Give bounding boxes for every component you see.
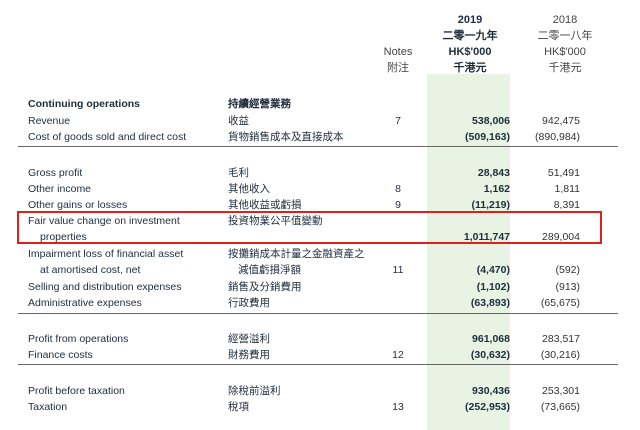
row-value-2018: 283,517 [542, 333, 580, 345]
notes-label-cn: 附注 [387, 62, 409, 74]
row-label-en: at amortised cost, net [40, 264, 141, 276]
section-divider [18, 313, 618, 314]
table-row: Continuing operations 持續經營業務 [0, 96, 640, 112]
header-2018: 2018 二零一八年 HK$'000 千港元 [525, 12, 605, 76]
row-note: 7 [395, 115, 401, 127]
table-row: Gross profit 毛利 28,843 51,491 [0, 165, 640, 181]
table-row: Selling and distribution expenses 銷售及分銷費… [0, 279, 640, 295]
header-2019: 2019 二零一九年 HK$'000 千港元 [430, 12, 510, 76]
header-notes: Notes 附注 [376, 44, 420, 76]
notes-label: Notes [383, 46, 413, 58]
row-note: 13 [392, 401, 404, 413]
row-note: 8 [395, 183, 401, 195]
row-label-en: Profit from operations [28, 333, 129, 345]
table-row: Taxation 稅項 13 (252,953) (73,665) [0, 399, 640, 415]
row-label-en: Profit before taxation [28, 385, 125, 397]
currency-2019: HK$'000 [448, 46, 492, 58]
row-note: 12 [392, 349, 404, 361]
year-2019-cn: 二零一九年 [442, 30, 498, 42]
row-label-en: Cost of goods sold and direct cost [28, 131, 187, 143]
row-value-2018: 253,301 [542, 385, 580, 397]
row-value-2018: (890,984) [535, 131, 580, 143]
row-value-2019: (252,953) [465, 401, 510, 413]
row-label-en: Other income [28, 183, 92, 195]
table-row: Cost of goods sold and direct cost 貨物銷售成… [0, 129, 640, 145]
currency-2019-cn: 千港元 [453, 62, 487, 74]
row-value-2019: 538,006 [472, 115, 510, 127]
row-label-cn: 稅項 [228, 401, 249, 413]
table-row: Other income 其他收入 8 1,162 1,811 [0, 181, 640, 197]
row-label-cn: 減值虧損淨額 [238, 264, 301, 276]
row-label-cn: 行政費用 [228, 297, 270, 309]
row-label-en: Administrative expenses [28, 297, 142, 309]
row-label-en: Impairment loss of financial asset [28, 248, 184, 260]
currency-2018-cn: 千港元 [548, 62, 582, 74]
year-2019: 2019 [457, 14, 483, 26]
row-label-en: Gross profit [28, 167, 83, 179]
table-row: Finance costs 財務費用 12 (30,632) (30,216) [0, 347, 640, 363]
row-label-en: Taxation [28, 401, 68, 413]
row-value-2019: 930,436 [472, 385, 510, 397]
row-label-cn: 毛利 [228, 167, 249, 179]
row-value-2018: (65,675) [540, 297, 580, 309]
section-divider [18, 146, 618, 147]
row-label-cn: 銷售及分銷費用 [228, 281, 302, 293]
year-2018: 2018 [552, 14, 578, 26]
row-value-2019: 28,843 [477, 167, 510, 179]
highlight-box [17, 211, 602, 244]
row-label-en: Selling and distribution expenses [28, 281, 182, 293]
row-label-cn: 其他收入 [228, 183, 270, 195]
table-row: at amortised cost, net 減值虧損淨額 11 (4,470)… [0, 262, 640, 278]
section-divider [18, 364, 618, 365]
row-label-cn: 持續經營業務 [228, 98, 291, 110]
row-label-cn: 除稅前溢利 [228, 385, 281, 397]
table-row: Profit before taxation 除稅前溢利 930,436 253… [0, 383, 640, 399]
row-value-2019: (63,893) [470, 297, 510, 309]
table-row: Impairment loss of financial asset 按攤銷成本… [0, 246, 640, 262]
year-2018-cn: 二零一八年 [537, 30, 593, 42]
row-label-en: Revenue [28, 115, 71, 127]
row-label-cn: 經營溢利 [228, 333, 270, 345]
row-value-2018: (913) [555, 281, 580, 293]
row-value-2019: (4,470) [476, 264, 510, 276]
table-row: Revenue 收益 7 538,006 942,475 [0, 113, 640, 129]
table-row: Profit from operations 經營溢利 961,068 283,… [0, 331, 640, 347]
row-value-2018: (30,216) [540, 349, 580, 361]
row-value-2018: (73,665) [540, 401, 580, 413]
row-value-2018: (592) [555, 264, 580, 276]
row-label-cn: 按攤銷成本計量之金融資產之 [228, 248, 365, 260]
row-label-cn: 貨物銷售成本及直接成本 [228, 131, 344, 143]
row-label-en: Finance costs [28, 349, 93, 361]
row-label-cn: 財務費用 [228, 349, 270, 361]
row-value-2018: 942,475 [542, 115, 580, 127]
row-note: 11 [392, 264, 404, 276]
row-value-2019: 1,162 [483, 183, 510, 195]
row-value-2018: 51,491 [547, 167, 580, 179]
row-label-en: Continuing operations [28, 98, 140, 110]
currency-2018: HK$'000 [544, 46, 586, 58]
row-value-2018: 1,811 [554, 183, 581, 195]
row-value-2019: (509,163) [465, 131, 510, 143]
row-value-2019: 961,068 [472, 333, 510, 345]
row-value-2019: (30,632) [470, 349, 510, 361]
row-label-cn: 收益 [228, 115, 249, 127]
row-value-2019: (1,102) [476, 281, 510, 293]
table-row: Administrative expenses 行政費用 (63,893) (6… [0, 295, 640, 311]
